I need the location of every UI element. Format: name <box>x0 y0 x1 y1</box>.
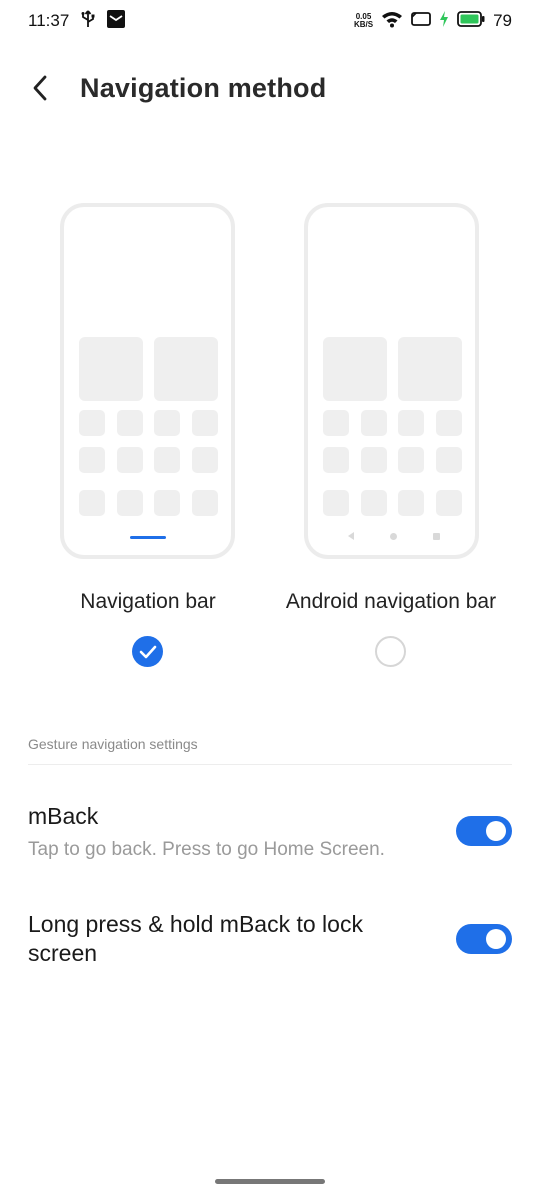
status-right: 0.05 KB/S 79 <box>354 10 512 33</box>
divider <box>28 764 512 765</box>
back-button[interactable] <box>14 62 66 114</box>
preview-app-icon <box>398 447 424 473</box>
preview-app-icon <box>154 410 180 436</box>
preview-widget <box>79 337 143 401</box>
setting-title: Long press & hold mBack to lock screen <box>28 911 363 966</box>
home-indicator[interactable] <box>215 1179 325 1184</box>
preview-app-icon <box>117 490 143 516</box>
preview-app-icon <box>436 447 462 473</box>
option-label-navigation-bar: Navigation bar <box>80 590 216 613</box>
preview-app-icon <box>436 490 462 516</box>
preview-app-icon <box>361 410 387 436</box>
mail-icon <box>107 9 126 33</box>
preview-app-icon <box>117 410 143 436</box>
page-title: Navigation method <box>80 72 327 103</box>
preview-app-icon <box>323 447 349 473</box>
preview-app-icon <box>192 447 218 473</box>
preview-widget <box>398 337 462 401</box>
setting-subtitle: Tap to go back. Press to go Home Screen. <box>28 839 385 860</box>
preview-app-icon <box>117 447 143 473</box>
preview-widget <box>323 337 387 401</box>
status-left: 11:37 <box>28 9 126 33</box>
network-speed: 0.05 KB/S <box>354 13 373 29</box>
setting-title: mBack <box>28 803 99 829</box>
radio-android-navigation-bar[interactable] <box>375 636 406 667</box>
setting-mback[interactable]: mBack Tap to go back. Press to go Home S… <box>28 802 512 861</box>
preview-app-icon <box>192 490 218 516</box>
preview-widget <box>154 337 218 401</box>
toggle-knob <box>486 821 506 841</box>
radio-navigation-bar[interactable] <box>132 636 163 667</box>
wifi-icon <box>381 10 403 33</box>
preview-app-icon <box>79 490 105 516</box>
battery-icon <box>457 10 485 32</box>
preview-app-icon <box>154 447 180 473</box>
preview-app-icon <box>436 410 462 436</box>
section-header: Gesture navigation settings <box>28 736 198 752</box>
screen: 11:37 0.05 KB/S 79 Navigation method Nav… <box>0 0 540 1200</box>
android-navigation-bar-preview[interactable] <box>304 203 479 559</box>
mback-toggle[interactable] <box>456 816 512 846</box>
preview-app-icon <box>323 410 349 436</box>
gesture-bar-indicator <box>130 536 166 539</box>
status-time: 11:37 <box>28 11 70 30</box>
preview-app-icon <box>154 490 180 516</box>
check-icon <box>139 645 156 658</box>
usb-icon <box>81 9 95 33</box>
header: Navigation method <box>0 62 540 114</box>
preview-app-icon <box>398 490 424 516</box>
navigation-bar-preview[interactable] <box>60 203 235 559</box>
toggle-knob <box>486 929 506 949</box>
preview-app-icon <box>323 490 349 516</box>
recents-square-icon <box>433 533 440 540</box>
preview-app-icon <box>361 447 387 473</box>
setting-text: Long press & hold mBack to lock screen <box>28 910 428 968</box>
screen-icon <box>411 11 431 32</box>
setting-text: mBack Tap to go back. Press to go Home S… <box>28 802 438 861</box>
preview-app-icon <box>192 410 218 436</box>
option-label-android-navigation-bar: Android navigation bar <box>285 590 497 613</box>
status-bar: 11:37 0.05 KB/S 79 <box>0 0 540 42</box>
preview-app-icon <box>79 410 105 436</box>
home-dot-icon <box>390 533 397 540</box>
preview-app-icon <box>79 447 105 473</box>
back-triangle-icon <box>348 532 354 540</box>
preview-app-icon <box>398 410 424 436</box>
setting-lock-screen[interactable]: Long press & hold mBack to lock screen <box>28 910 512 968</box>
charging-icon <box>439 10 449 32</box>
preview-app-icon <box>361 490 387 516</box>
battery-level: 79 <box>493 11 512 30</box>
speed-unit: KB/S <box>353 20 374 29</box>
chevron-left-icon <box>33 75 47 101</box>
lock-screen-toggle[interactable] <box>456 924 512 954</box>
